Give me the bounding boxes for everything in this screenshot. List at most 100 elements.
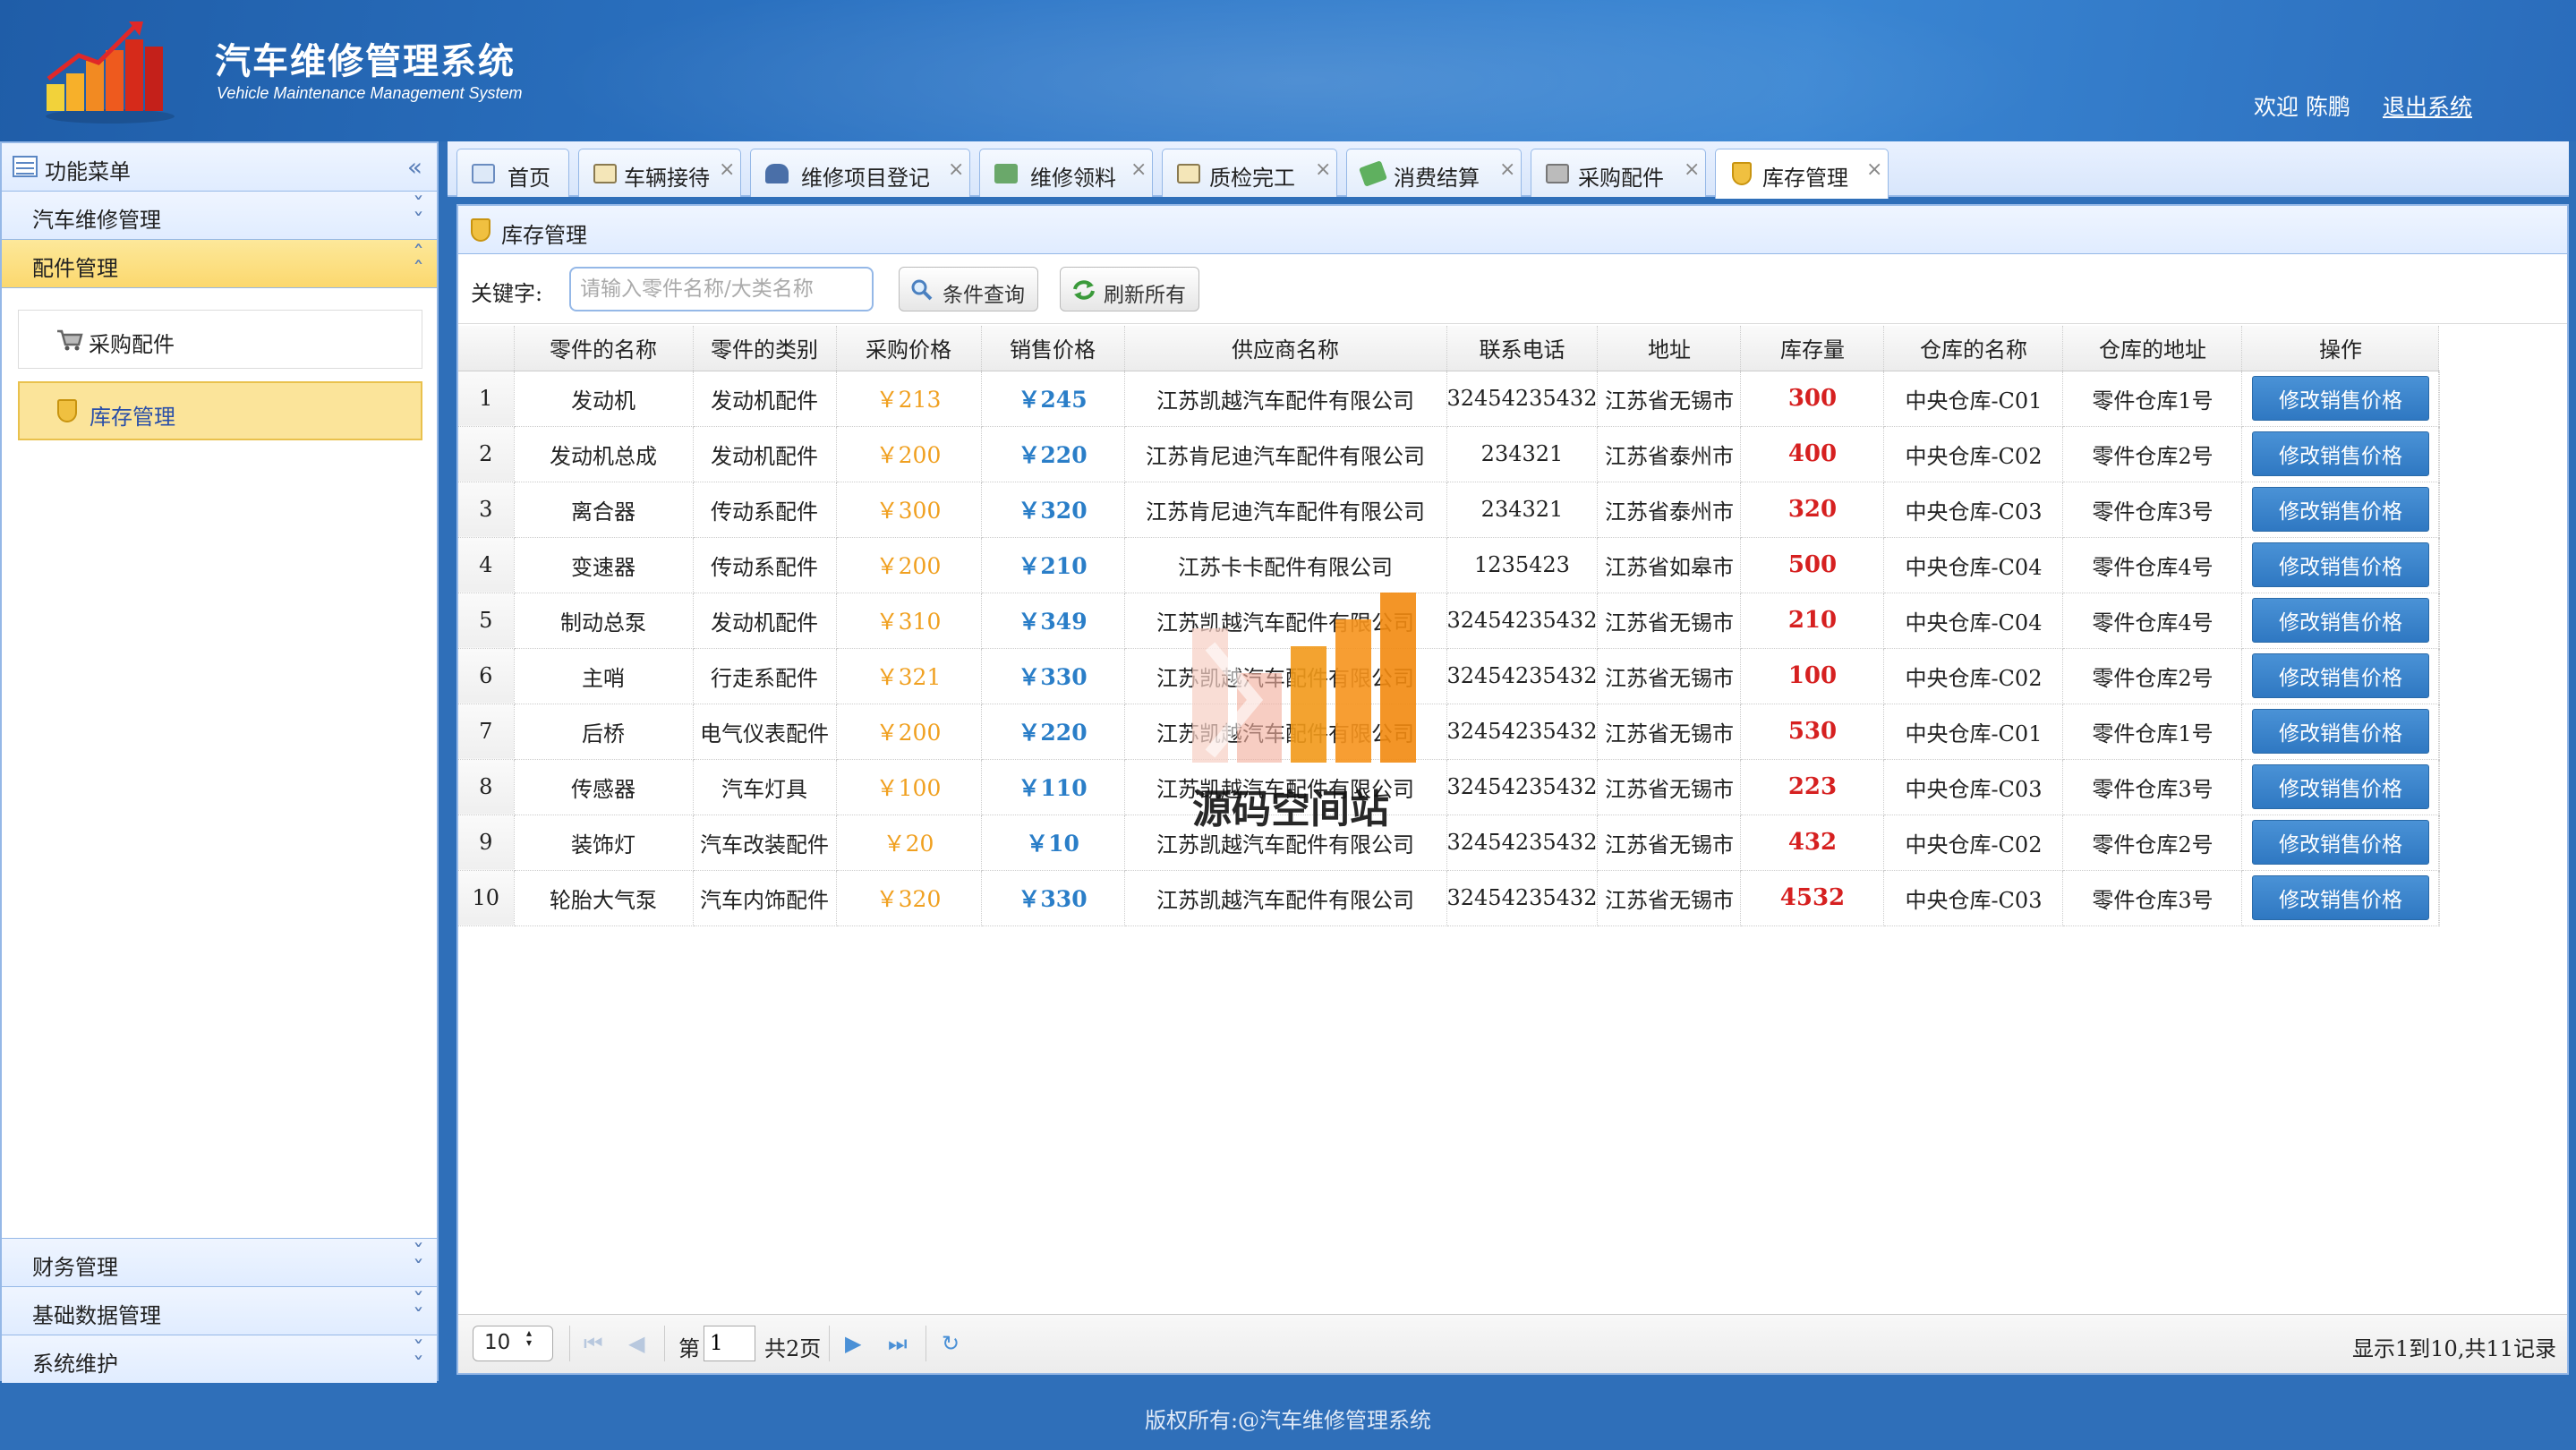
col-actions: 操作: [2241, 326, 2440, 371]
tab-inventory[interactable]: 库存管理 ×: [1715, 149, 1889, 199]
close-icon[interactable]: ×: [1315, 158, 1331, 181]
col-supplier[interactable]: 供应商名称: [1124, 326, 1447, 371]
close-icon[interactable]: ×: [1130, 158, 1147, 181]
table-row[interactable]: 1 发动机 发动机配件 ￥213 ￥245 江苏凯越汽车配件有限公司 32454235432…: [458, 371, 2441, 427]
table-row[interactable]: 2 发动机总成 发动机配件 ￥200 ￥220 江苏肯尼迪汽车配件有限公司 234321 江苏…: [458, 426, 2441, 482]
cell-phone: 32454235432: [1446, 870, 1599, 926]
page-size-select[interactable]: 10: [473, 1326, 553, 1361]
col-warehouse-name[interactable]: 仓库的名称: [1883, 326, 2064, 371]
cell-warehouse: 中央仓库-C02: [1883, 815, 2064, 871]
col-sale-price[interactable]: 销售价格: [981, 326, 1125, 371]
edit-sale-price-button[interactable]: 修改销售价格: [2251, 431, 2429, 476]
cell-part-name: 传感器: [514, 759, 694, 815]
shield-icon: [471, 218, 490, 242]
cell-purchase-price: ￥300: [836, 482, 982, 538]
sidebar: 功能菜单 « 汽车维修管理 ˇˇ 配件管理 ˆˆ 采购配件 库存管理 财务管理 …: [0, 141, 439, 1384]
table-row[interactable]: 9 装饰灯 汽车改装配件 ￥20 ￥10 江苏凯越汽车配件有限公司 32454235432 江…: [458, 815, 2441, 871]
edit-sale-price-button[interactable]: 修改销售价格: [2251, 598, 2429, 643]
edit-sale-price-button[interactable]: 修改销售价格: [2251, 764, 2429, 809]
last-page-icon[interactable]: ⏭: [888, 1331, 908, 1356]
cell-phone: 234321: [1446, 482, 1599, 538]
refresh-icon: [1073, 280, 1095, 300]
close-icon[interactable]: ×: [1866, 158, 1882, 181]
close-icon[interactable]: ×: [719, 158, 735, 181]
table-row[interactable]: 8 传感器 汽车灯具 ￥100 ￥110 江苏凯越汽车配件有限公司 32454235432 江…: [458, 759, 2441, 815]
reload-icon[interactable]: ↻: [942, 1331, 960, 1356]
cell-warehouse: 中央仓库-C04: [1883, 593, 2064, 649]
close-icon[interactable]: ×: [1499, 158, 1515, 181]
app-subtitle: Vehicle Maintenance Management System: [217, 84, 523, 102]
cell-warehouse: 中央仓库-C02: [1883, 648, 2064, 704]
cell-sale-price: ￥220: [981, 704, 1125, 760]
edit-sale-price-button[interactable]: 修改销售价格: [2251, 820, 2429, 865]
col-phone[interactable]: 联系电话: [1446, 326, 1599, 371]
page-number-input[interactable]: [704, 1326, 755, 1361]
col-warehouse-address[interactable]: 仓库的地址: [2062, 326, 2243, 371]
next-page-icon[interactable]: ▶: [845, 1331, 861, 1356]
table-row[interactable]: 5 制动总泵 发动机配件 ￥310 ￥349 江苏凯越汽车配件有限公司 3245423543…: [458, 593, 2441, 649]
col-purchase-price[interactable]: 采购价格: [836, 326, 982, 371]
edit-sale-price-button[interactable]: 修改销售价格: [2251, 542, 2429, 587]
tab-settlement[interactable]: 消费结算 ×: [1346, 149, 1522, 197]
tab-home[interactable]: 首页: [456, 149, 569, 197]
cell-address: 江苏省泰州市: [1597, 426, 1742, 482]
edit-sale-price-button[interactable]: 修改销售价格: [2251, 376, 2429, 421]
car-icon: [765, 164, 789, 183]
table-row[interactable]: 4 变速器 传动系配件 ￥200 ￥210 江苏卡卡配件有限公司 1235423 江苏省如皋市…: [458, 537, 2441, 593]
table-row[interactable]: 3 离合器 传动系配件 ￥300 ￥320 江苏肯尼迪汽车配件有限公司 234321 江苏省泰…: [458, 482, 2441, 538]
cell-actions: 修改销售价格: [2241, 648, 2440, 704]
sidebar-item-purchase-parts[interactable]: 采购配件: [18, 310, 422, 369]
row-number: 4: [458, 537, 515, 593]
col-part-name[interactable]: 零件的名称: [514, 326, 694, 371]
cell-warehouse: 中央仓库-C03: [1883, 482, 2064, 538]
edit-sale-price-button[interactable]: 修改销售价格: [2251, 709, 2429, 754]
first-page-icon[interactable]: ⏮: [584, 1331, 603, 1356]
cell-category: 发动机配件: [693, 426, 837, 482]
cell-phone: 32454235432: [1446, 371, 1599, 427]
collapse-sidebar-icon[interactable]: «: [407, 152, 422, 182]
home-icon: [472, 164, 495, 183]
accordion-vehicle-repair[interactable]: 汽车维修管理 ˇˇ: [2, 192, 437, 240]
cell-address: 江苏省无锡市: [1597, 648, 1742, 704]
cell-sale-price: ￥10: [981, 815, 1125, 871]
tab-repair-registration[interactable]: 维修项目登记 ×: [750, 149, 970, 197]
close-icon[interactable]: ×: [948, 158, 964, 181]
cell-warehouse-address: 零件仓库4号: [2062, 593, 2243, 649]
cell-purchase-price: ￥320: [836, 870, 982, 926]
cell-part-name: 装饰灯: [514, 815, 694, 871]
logout-link[interactable]: 退出系统: [2383, 90, 2472, 122]
tab-quality-check[interactable]: 质检完工 ×: [1162, 149, 1337, 197]
tab-purchase-parts[interactable]: 采购配件 ×: [1531, 149, 1706, 197]
cell-warehouse-address: 零件仓库3号: [2062, 482, 2243, 538]
col-stock[interactable]: 库存量: [1740, 326, 1885, 371]
edit-sale-price-button[interactable]: 修改销售价格: [2251, 653, 2429, 698]
tab-vehicle-reception[interactable]: 车辆接待 ×: [578, 149, 741, 197]
cell-warehouse-address: 零件仓库3号: [2062, 759, 2243, 815]
chevron-up-icon: ˆˆ: [413, 242, 424, 285]
table-row[interactable]: 10 轮胎大气泵 汽车内饰配件 ￥320 ￥330 江苏凯越汽车配件有限公司 3245423…: [458, 870, 2441, 926]
accordion-finance[interactable]: 财务管理 ˇˇ: [2, 1239, 437, 1287]
welcome-text: 欢迎 陈鹏: [2254, 94, 2350, 120]
table-row[interactable]: 7 后桥 电气仪表配件 ￥200 ￥220 江苏凯越汽车配件有限公司 32454235432…: [458, 704, 2441, 760]
close-icon[interactable]: ×: [1684, 158, 1700, 181]
chevron-down-icon: ˇˇ: [413, 1337, 424, 1380]
edit-sale-price-button[interactable]: 修改销售价格: [2251, 487, 2429, 532]
sidebar-item-inventory[interactable]: 库存管理: [18, 381, 422, 440]
cell-actions: 修改销售价格: [2241, 593, 2440, 649]
refresh-all-button[interactable]: 刷新所有: [1060, 267, 1199, 311]
cell-sale-price: ￥220: [981, 426, 1125, 482]
cell-category: 汽车改装配件: [693, 815, 837, 871]
accordion-parts-management[interactable]: 配件管理 ˆˆ: [2, 240, 437, 288]
tab-repair-materials[interactable]: 维修领料 ×: [979, 149, 1153, 197]
search-button[interactable]: 条件查询: [899, 267, 1038, 311]
edit-sale-price-button[interactable]: 修改销售价格: [2251, 875, 2429, 920]
col-address[interactable]: 地址: [1597, 326, 1742, 371]
cell-warehouse-address: 零件仓库1号: [2062, 704, 2243, 760]
accordion-base-data[interactable]: 基础数据管理 ˇˇ: [2, 1287, 437, 1335]
col-part-category[interactable]: 零件的类别: [693, 326, 837, 371]
cell-purchase-price: ￥20: [836, 815, 982, 871]
prev-page-icon[interactable]: ◀: [628, 1331, 644, 1356]
table-row[interactable]: 6 主哨 行走系配件 ￥321 ￥330 江苏凯越汽车配件有限公司 32454235432 江…: [458, 648, 2441, 704]
accordion-system-maintenance[interactable]: 系统维护 ˇˇ: [2, 1335, 437, 1384]
search-input[interactable]: [569, 267, 874, 311]
